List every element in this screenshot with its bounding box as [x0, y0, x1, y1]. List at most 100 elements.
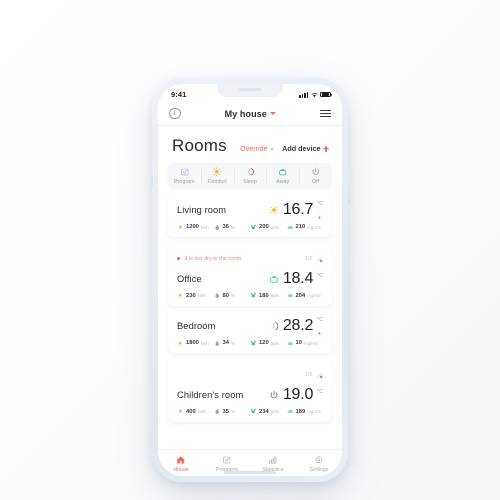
metric-value: 230: [186, 292, 196, 299]
temperature-block: 28.2 °C: [269, 317, 323, 336]
metric-unit: ppm: [270, 224, 280, 230]
temperature-value: 28.2: [282, 317, 314, 334]
wifi-icon: [311, 92, 318, 98]
alert-meta: 1/2: [305, 366, 323, 384]
mode-selector: Program Comfort Sleep Away Off: [168, 163, 332, 188]
mode-sleep[interactable]: Sleep: [233, 167, 267, 185]
metric: 234 ppm: [250, 408, 287, 416]
metric-value: 34: [222, 340, 229, 346]
metric-value: 200: [259, 224, 269, 230]
mode-comfort[interactable]: Comfort: [200, 167, 234, 185]
sun-icon: [212, 167, 222, 177]
dry-air-icon: [315, 250, 323, 268]
room-card-header: Living room 16.7 °C: [177, 201, 323, 220]
metric: 80%: [214, 292, 251, 300]
metric: 200 ppm: [250, 223, 287, 231]
co2-icon: [250, 292, 257, 300]
metric-value: 180: [259, 292, 269, 299]
dry-air-icon: [315, 366, 323, 384]
metric-unit: mg/m3: [307, 224, 321, 230]
metric-unit: kwh: [200, 340, 209, 346]
mode-program[interactable]: Program: [168, 167, 201, 185]
house-title-label: My house: [224, 108, 267, 119]
gear-icon: [314, 455, 324, 465]
temperature-unit: °C: [317, 201, 323, 208]
status-bar: 9:41: [158, 84, 342, 102]
add-device-button[interactable]: Add device: [282, 144, 329, 153]
screenshot-root: 9:41 i My house Rooms Override Add devic…: [0, 0, 500, 500]
app-bar: i My house: [158, 102, 342, 126]
dust-cloud-icon: [287, 223, 294, 231]
co2-icon: [250, 223, 257, 231]
metric-value: 1200: [186, 224, 199, 230]
dust-cloud-icon: [287, 292, 294, 300]
room-card[interactable]: 1/2 Children's room 19.0 °C 400 kwh 35% 234 ppm 1…: [168, 358, 332, 422]
hamburger-menu-icon: [320, 109, 331, 118]
room-card[interactable]: It is too dry in the room. 1/2 Office 18.4 °…: [168, 242, 332, 306]
alert-message: It is too dry in the room.: [184, 255, 243, 262]
metric-unit: %: [230, 340, 235, 346]
metric-unit: %: [230, 409, 235, 414]
room-name: Living room: [177, 205, 227, 215]
info-button[interactable]: i: [169, 107, 181, 120]
metric: 230 kwh: [177, 292, 214, 300]
metric: 210 mg/m3: [287, 223, 324, 231]
alert-dot-icon: [177, 256, 181, 261]
metric-value: 36: [222, 224, 229, 230]
room-card[interactable]: Bedroom 28.2 °C 1800 kwh 34% 120 ppm 10 mg/m3: [168, 311, 332, 353]
temperature-unit: °C: [317, 388, 323, 395]
temperature-units: °C: [317, 388, 323, 399]
tab-label: Settings: [309, 466, 329, 473]
mode-label: Comfort: [207, 179, 227, 185]
heating-bolt-icon: [317, 208, 322, 220]
mode-label: Program: [174, 179, 195, 185]
bar-chart-icon: [268, 455, 278, 465]
room-metrics: 1800 kwh 34% 120 ppm 10 mg/m3: [177, 339, 323, 347]
metric: 36%: [214, 223, 251, 231]
room-card[interactable]: Living room 16.7 °C 1200 kwh 36% 200 ppm 210 mg/m…: [168, 195, 332, 237]
tab-house[interactable]: House: [158, 455, 204, 473]
metric-value: 210: [295, 224, 306, 230]
mode-away[interactable]: Away: [266, 167, 299, 185]
room-card-header: Children's room 19.0 °C: [177, 386, 323, 403]
tab-settings[interactable]: Settings: [296, 455, 342, 473]
temperature-unit: °C: [317, 272, 323, 279]
energy-bolt-icon: [177, 292, 184, 300]
tab-programs[interactable]: Programs: [204, 455, 250, 473]
metric: 1800 kwh: [177, 339, 214, 347]
mode-label: Away: [276, 179, 290, 185]
dust-cloud-icon: [287, 339, 294, 347]
house-selector[interactable]: My house: [225, 109, 276, 119]
metric-unit: mg/m3: [307, 293, 321, 298]
metric-unit: mg/m3: [303, 340, 318, 346]
home-indicator: [224, 471, 276, 474]
menu-button[interactable]: [320, 109, 331, 118]
mode-off[interactable]: Off: [299, 167, 332, 185]
metric-value: 204: [295, 292, 306, 299]
tab-statistics[interactable]: Statistics: [250, 455, 296, 473]
battery-icon: [320, 91, 333, 98]
phone-screen: 9:41 i My house Rooms Override Add devic…: [158, 84, 342, 476]
heating-bolt-icon: [317, 324, 322, 336]
moon-icon: [269, 321, 279, 331]
energy-bolt-icon: [177, 408, 184, 416]
temperature-units: °C: [317, 317, 323, 336]
calendar-icon: [222, 455, 232, 465]
metric-unit: ppm: [270, 340, 280, 346]
override-label: Override: [240, 144, 268, 153]
temperature-block: 16.7 °C: [269, 201, 323, 220]
metric-value: 10: [295, 340, 302, 346]
metric: 1200 kwh: [177, 223, 214, 231]
metric-value: 80: [222, 292, 229, 299]
header-actions: Override Add device: [240, 144, 329, 153]
energy-bolt-icon: [177, 339, 184, 347]
alert-count: 1/2: [305, 255, 313, 262]
metric-unit: mg/m3: [307, 409, 321, 414]
alert-count: 1/2: [305, 371, 313, 378]
tab-label: House: [173, 466, 189, 473]
alert-meta: 1/2: [305, 250, 323, 268]
override-button[interactable]: Override: [240, 144, 275, 153]
status-time: 9:41: [171, 90, 187, 99]
room-list: Living room 16.7 °C 1200 kwh 36% 200 ppm 210 mg/m…: [158, 195, 342, 449]
room-alert: 1/2: [177, 366, 323, 384]
